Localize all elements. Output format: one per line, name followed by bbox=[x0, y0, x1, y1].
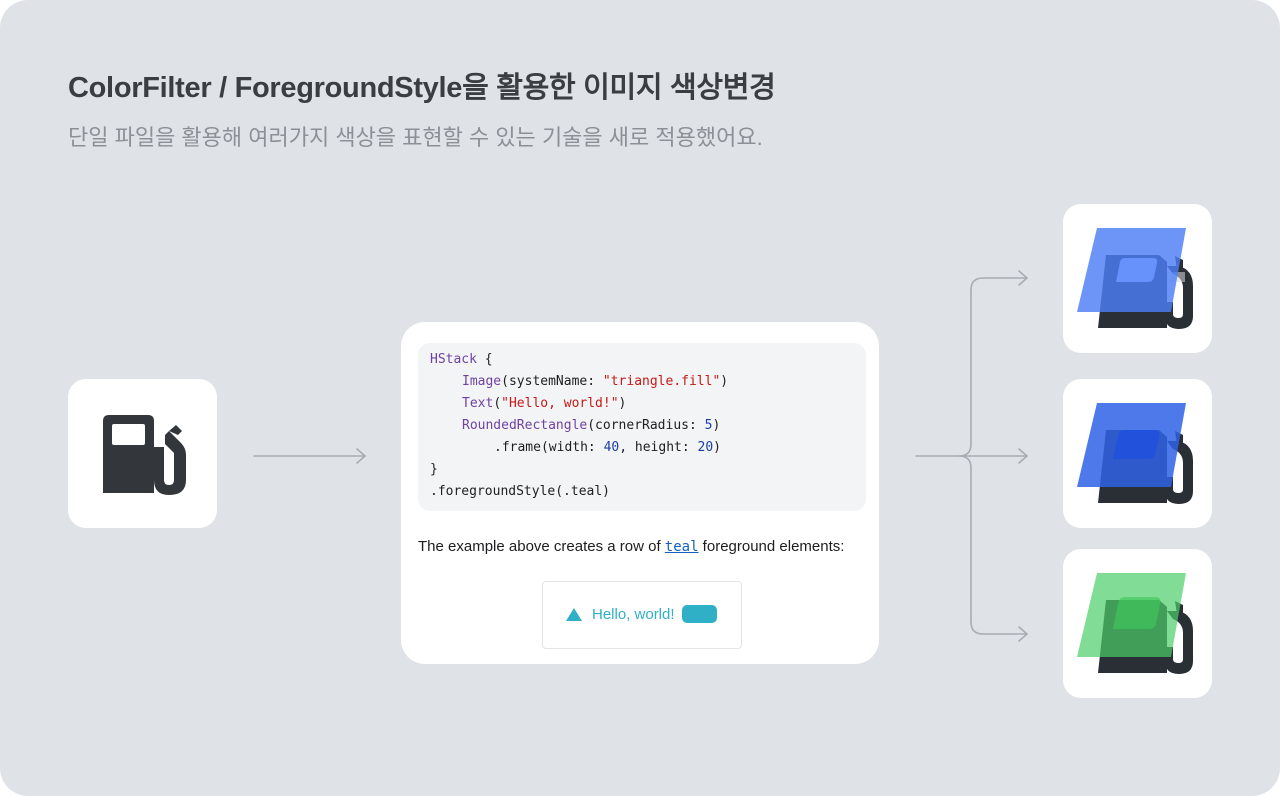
source-icon-tile bbox=[68, 379, 217, 528]
teal-link[interactable]: teal bbox=[665, 539, 699, 555]
fuel-pump-icon bbox=[103, 415, 186, 495]
code-block: HStack { Image(systemName: "triangle.fil… bbox=[418, 343, 866, 511]
preview-box: Hello, world! bbox=[542, 581, 742, 649]
output-tile-blue bbox=[1063, 204, 1212, 353]
rounded-rectangle bbox=[682, 605, 717, 623]
output-tile-dark-blue bbox=[1063, 379, 1212, 528]
output-tile-green bbox=[1063, 549, 1212, 698]
triangle-icon bbox=[566, 608, 582, 621]
fuel-pump-icon bbox=[1077, 573, 1193, 674]
code-line-6: } bbox=[430, 462, 438, 477]
canvas: ColorFilter / ForegroundStyle을 활용한 이미지 색… bbox=[0, 0, 1280, 796]
code-line-5: .frame(width: 40, height: 20) bbox=[494, 440, 721, 455]
code-example-card: HStack { Image(systemName: "triangle.fil… bbox=[401, 322, 879, 664]
preview-text: Hello, world! bbox=[592, 606, 675, 623]
code-description: The example above creates a row of teal … bbox=[418, 538, 845, 555]
fuel-pump-icon bbox=[1077, 403, 1193, 504]
code-line-1: HStack { bbox=[430, 352, 493, 367]
code-line-3: Text("Hello, world!") bbox=[462, 396, 627, 411]
code-line-4: RoundedRectangle(cornerRadius: 5) bbox=[462, 418, 721, 433]
fuel-pump-icon bbox=[1077, 228, 1193, 329]
code-line-2: Image(systemName: "triangle.fill") bbox=[462, 374, 729, 389]
code-line-7: .foregroundStyle(.teal) bbox=[430, 484, 611, 499]
